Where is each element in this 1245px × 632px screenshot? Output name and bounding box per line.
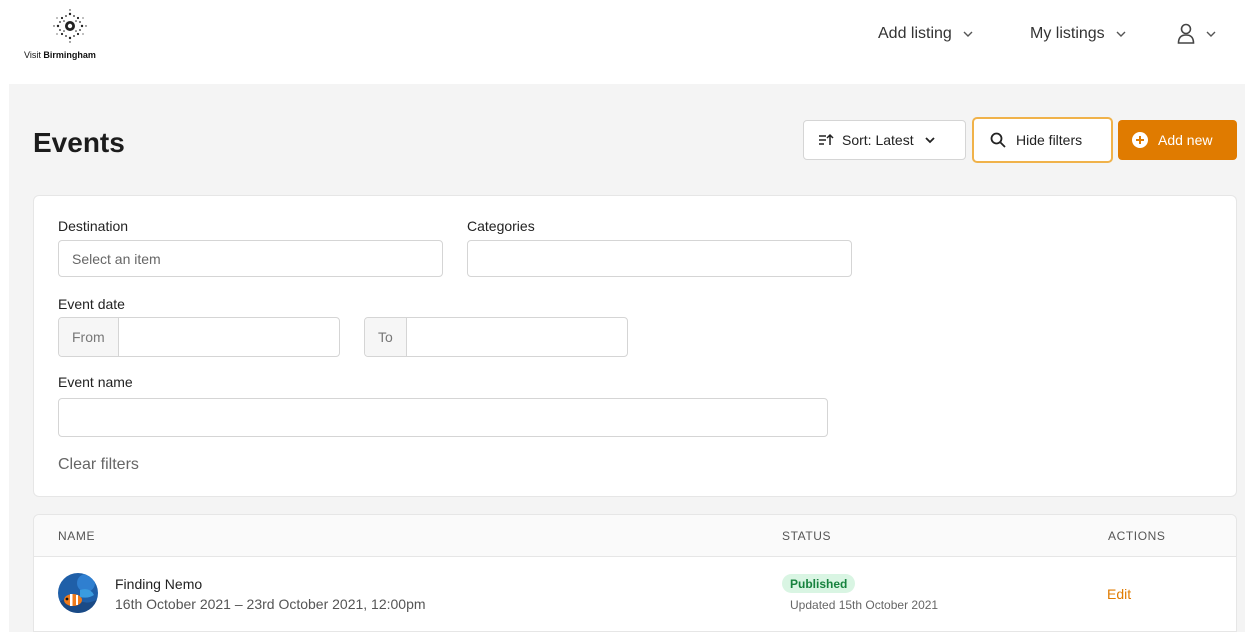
- add-new-label: Add new: [1158, 132, 1213, 148]
- destination-placeholder: Select an item: [72, 250, 161, 267]
- top-bar: Visit Birmingham Add listing My listings: [0, 0, 1245, 84]
- clear-filters-link[interactable]: Clear filters: [58, 456, 139, 474]
- event-date-label: Event date: [58, 296, 125, 312]
- column-header-actions: ACTIONS: [1108, 529, 1166, 543]
- user-icon: [1177, 23, 1195, 44]
- nav-add-listing-label: Add listing: [878, 25, 952, 42]
- user-menu[interactable]: [1177, 22, 1217, 46]
- status-badge: Published: [782, 574, 856, 593]
- add-new-button[interactable]: Add new: [1118, 120, 1237, 160]
- categories-select[interactable]: [467, 240, 852, 277]
- to-date-field[interactable]: To: [364, 317, 628, 357]
- logo-mark-icon: [53, 9, 87, 43]
- event-name[interactable]: Finding Nemo: [115, 576, 202, 592]
- column-header-name[interactable]: NAME: [58, 529, 95, 543]
- page-title: Events: [33, 127, 125, 158]
- chevron-down-icon: [963, 31, 973, 37]
- nav-my-listings[interactable]: My listings: [1030, 22, 1127, 46]
- chevron-down-icon: [1116, 31, 1126, 37]
- hide-filters-label: Hide filters: [1016, 132, 1083, 148]
- column-header-status[interactable]: STATUS: [782, 529, 831, 543]
- event-name-label: Event name: [58, 374, 133, 390]
- hide-filters-button[interactable]: Hide filters: [972, 117, 1113, 163]
- sort-button[interactable]: Sort: Latest: [803, 120, 966, 160]
- from-date-field[interactable]: From: [58, 317, 340, 357]
- sort-icon: [819, 133, 834, 145]
- updated-date: Updated 15th October 2021: [790, 598, 939, 612]
- logo-text: Visit Birmingham: [24, 50, 96, 60]
- filters-panel: Destination Select an item Categories Ev…: [33, 195, 1237, 497]
- sort-label: Sort: Latest: [842, 132, 914, 148]
- event-name-input[interactable]: [58, 398, 828, 437]
- event-thumbnail: [58, 573, 98, 613]
- search-icon: [990, 132, 1006, 148]
- destination-select[interactable]: Select an item: [58, 240, 443, 277]
- to-prefix: To: [365, 318, 407, 356]
- plus-circle-icon: [1132, 132, 1148, 148]
- visit-birmingham-logo[interactable]: Visit Birmingham: [24, 8, 124, 68]
- event-dates: 16th October 2021 – 23rd October 2021, 1…: [115, 596, 426, 612]
- table-header: NAME STATUS ACTIONS: [34, 515, 1236, 557]
- destination-label: Destination: [58, 218, 129, 234]
- chevron-down-icon: [1206, 31, 1216, 37]
- events-table: NAME STATUS ACTIONS Finding Nemo 16th Oc…: [33, 514, 1237, 632]
- nav-my-listings-label: My listings: [1030, 25, 1105, 42]
- categories-label: Categories: [467, 218, 535, 234]
- from-prefix: From: [59, 318, 119, 356]
- edit-link[interactable]: Edit: [1107, 586, 1131, 602]
- nav-add-listing[interactable]: Add listing: [878, 22, 974, 46]
- chevron-down-icon: [924, 137, 935, 144]
- table-row[interactable]: Finding Nemo 16th October 2021 – 23rd Oc…: [34, 557, 1236, 632]
